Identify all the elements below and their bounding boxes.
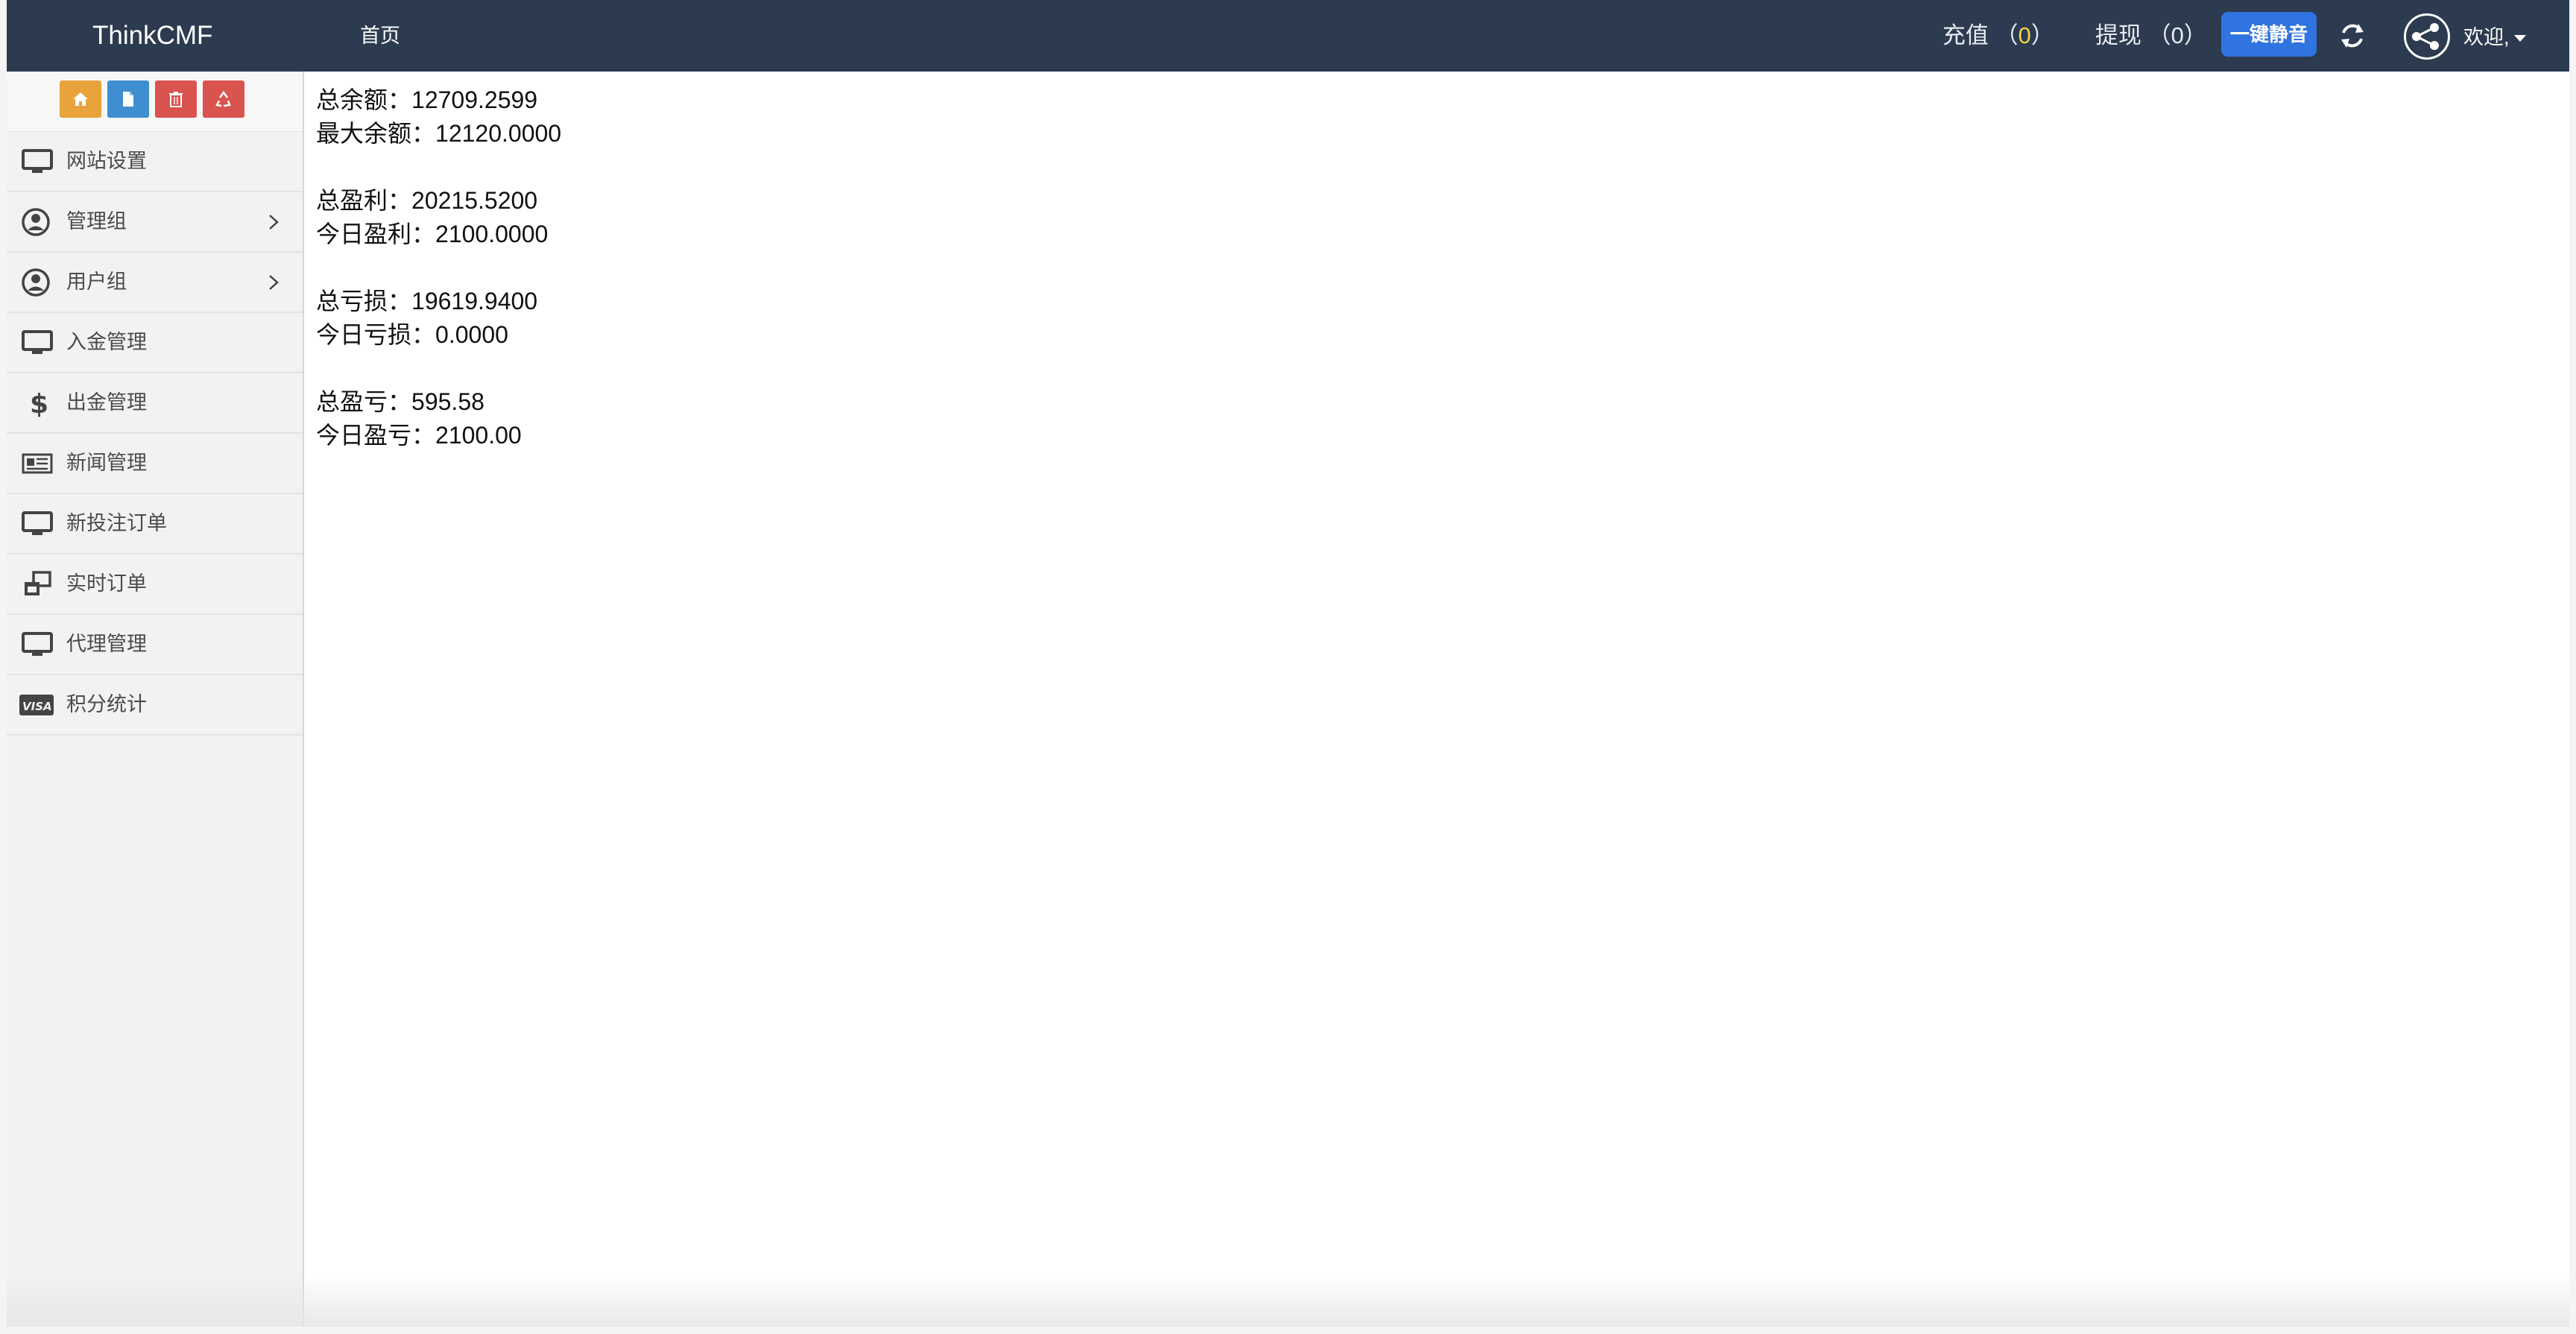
- trash-icon: [169, 92, 183, 107]
- recycle-icon: [215, 90, 231, 107]
- user-circle-icon: [22, 208, 50, 236]
- withdraw-count: 0: [2171, 22, 2184, 48]
- stat-total-balance: 总余额：12709.2599: [316, 86, 538, 113]
- sidebar-item-withdrawal[interactable]: $ 出金管理: [7, 373, 303, 434]
- newspaper-icon: [22, 453, 53, 474]
- sidebar-item-label: 新闻管理: [66, 452, 147, 474]
- recharge-link[interactable]: 充值 （0）: [1942, 0, 2054, 72]
- stat-spacer: [316, 352, 561, 385]
- brand-logo[interactable]: ThinkCMF: [92, 0, 212, 72]
- monitor-icon: [22, 632, 53, 656]
- refresh-icon[interactable]: [2336, 19, 2369, 52]
- stat-label: 今日盈利: [316, 221, 412, 247]
- mute-all-button[interactable]: 一键静音: [2221, 12, 2317, 57]
- sidebar-item-label: 网站设置: [66, 150, 147, 172]
- stat-value: 20215.5200: [411, 187, 538, 214]
- sidebar-item-label: 积分统计: [66, 693, 147, 715]
- sidebar-item-new-bet-orders[interactable]: 新投注订单: [7, 494, 303, 554]
- top-navbar: ThinkCMF 首页 充值 （0） 提现 （0） 一键静音 欢迎,: [7, 0, 2569, 72]
- stat-today-profit: 今日盈利：2100.0000: [316, 221, 549, 247]
- stat-label: 总余额: [316, 86, 388, 113]
- stat-value: 0.0000: [435, 321, 508, 348]
- trash-shortcut-button[interactable]: [155, 80, 197, 118]
- recharge-paren-close: ）: [2030, 22, 2054, 48]
- bottom-shadow: [7, 1274, 2569, 1327]
- user-circle-icon: [22, 268, 50, 297]
- withdraw-link[interactable]: 提现 （0）: [2095, 0, 2207, 72]
- withdraw-paren-close: ）: [2183, 22, 2207, 48]
- chevron-right-icon: [269, 215, 279, 230]
- sidebar-item-label: 出金管理: [66, 391, 147, 414]
- sidebar-item-label: 入金管理: [66, 331, 147, 353]
- chevron-right-icon: [269, 275, 279, 290]
- recycle-shortcut-button[interactable]: [203, 80, 244, 118]
- stat-total-profit: 总盈利：20215.5200: [316, 187, 538, 214]
- windows-icon: [25, 571, 51, 595]
- sidebar-item-label: 管理组: [66, 210, 127, 233]
- stat-value: 595.58: [411, 388, 484, 415]
- user-avatar[interactable]: [2404, 13, 2450, 60]
- chevron-down-icon: [2513, 35, 2526, 42]
- monitor-icon: [22, 149, 53, 173]
- stat-spacer: [316, 151, 561, 184]
- nav-home-link[interactable]: 首页: [360, 0, 400, 72]
- sidebar: 网站设置 管理组 用户组 入金管理 $ 出金管理 新闻管理 新投注订单 实时订单…: [7, 72, 304, 1327]
- stat-today-loss: 今日亏损：0.0000: [316, 321, 508, 348]
- home-shortcut-button[interactable]: [60, 80, 101, 118]
- main-content: 总余额：12709.2599 最大余额：12120.0000 总盈利：20215…: [316, 83, 561, 452]
- stat-label: 总盈利: [316, 187, 388, 214]
- sidebar-item-deposit[interactable]: 入金管理: [7, 313, 303, 373]
- stat-label: 总亏损: [316, 288, 388, 314]
- monitor-icon: [22, 330, 53, 354]
- dollar-icon: $: [30, 389, 48, 418]
- sidebar-item-agents[interactable]: 代理管理: [7, 615, 303, 675]
- file-shortcut-button[interactable]: [107, 80, 149, 118]
- stat-spacer: [316, 251, 561, 285]
- stat-total-pnl: 总盈亏：595.58: [316, 388, 484, 415]
- monitor-icon: [22, 511, 53, 535]
- stat-value: 2100.0000: [435, 221, 549, 247]
- sidebar-item-points[interactable]: VISA 积分统计: [7, 675, 303, 736]
- sidebar-item-label: 新投注订单: [66, 512, 167, 534]
- sidebar-item-news[interactable]: 新闻管理: [7, 434, 303, 494]
- recharge-label: 充值: [1942, 22, 1989, 48]
- stat-total-loss: 总亏损：19619.9400: [316, 288, 538, 314]
- recharge-count: 0: [2018, 22, 2031, 48]
- sidebar-shortcuts: [7, 72, 303, 132]
- welcome-text: 欢迎,: [2463, 26, 2510, 48]
- user-menu-toggle[interactable]: 欢迎,: [2463, 0, 2526, 72]
- stat-value: 19619.9400: [411, 288, 538, 314]
- withdraw-paren-open: （: [2147, 22, 2171, 48]
- sidebar-item-live-orders[interactable]: 实时订单: [7, 554, 303, 615]
- svg-text:$: $: [30, 389, 48, 418]
- recharge-paren-open: （: [1995, 22, 2018, 48]
- home-icon: [73, 92, 88, 106]
- stat-label: 今日亏损: [316, 321, 412, 348]
- stat-max-balance: 最大余额：12120.0000: [316, 120, 562, 147]
- stat-today-pnl: 今日盈亏：2100.00: [316, 422, 522, 449]
- visa-icon: VISA: [19, 695, 54, 715]
- sidebar-item-user-group[interactable]: 用户组: [7, 253, 303, 313]
- stat-value: 12120.0000: [435, 120, 562, 147]
- app-window: ThinkCMF 首页 充值 （0） 提现 （0） 一键静音 欢迎, 网站设置 …: [7, 0, 2569, 1327]
- sidebar-item-label: 用户组: [66, 271, 127, 293]
- stat-value: 12709.2599: [411, 86, 538, 113]
- stat-label: 最大余额: [316, 120, 412, 147]
- stat-label: 今日盈亏: [316, 422, 412, 449]
- stat-value: 2100.00: [435, 422, 522, 449]
- sidebar-item-label: 实时订单: [66, 572, 147, 595]
- withdraw-label: 提现: [2095, 22, 2141, 48]
- sidebar-item-admin-group[interactable]: 管理组: [7, 192, 303, 253]
- sidebar-item-site-settings[interactable]: 网站设置: [7, 132, 303, 192]
- stat-label: 总盈亏: [316, 388, 388, 415]
- svg-text:VISA: VISA: [22, 700, 52, 713]
- sidebar-item-label: 代理管理: [66, 633, 147, 655]
- file-icon: [123, 92, 133, 107]
